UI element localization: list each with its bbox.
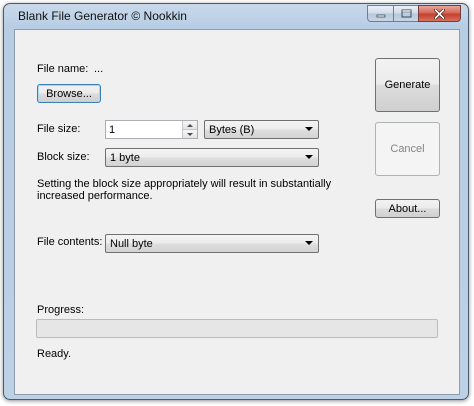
block-size-note: Setting the block size appropriately wil… [37,178,332,202]
close-icon [434,8,445,19]
caption-buttons [367,5,461,23]
file-name-label: File name: [37,63,89,75]
app-window: Blank File Generator © Nookkin File name… [3,3,469,400]
dropdown-arrow-icon [305,241,313,245]
file-size-value: 1 [109,123,116,136]
close-button[interactable] [418,5,461,22]
chevron-down-icon [187,132,193,136]
cancel-button[interactable]: Cancel [375,122,440,176]
file-contents-select[interactable]: Null byte [105,234,319,253]
file-name-value: ... [94,63,104,75]
minimize-icon [376,14,385,17]
minimize-button[interactable] [367,5,393,22]
file-size-input[interactable]: 1 [105,120,198,139]
status-text: Ready. [37,348,72,360]
file-size-label: File size: [37,123,81,135]
progress-bar [36,319,438,338]
maximize-icon [401,9,411,18]
file-contents-label: File contents: [37,236,103,248]
file-size-unit-select[interactable]: Bytes (B) [204,120,319,139]
file-size-spinner[interactable] [182,121,197,138]
generate-button[interactable]: Generate [375,58,440,112]
maximize-button[interactable] [393,5,418,22]
window-title: Blank File Generator © Nookkin [18,9,187,23]
spin-down-button[interactable] [183,130,197,138]
spin-up-button[interactable] [183,121,197,130]
progress-label: Progress: [37,304,85,316]
file-size-unit-value: Bytes (B) [209,123,255,136]
dropdown-arrow-icon [305,127,313,131]
file-contents-value: Null byte [110,237,153,250]
dropdown-arrow-icon [305,155,313,159]
about-button[interactable]: About... [375,199,440,218]
block-size-select[interactable]: 1 byte [105,148,319,167]
client-area: File name: ... Browse... File size: 1 By… [14,29,460,395]
browse-button[interactable]: Browse... [37,84,101,103]
block-size-value: 1 byte [110,151,140,164]
chevron-up-icon [187,123,193,127]
block-size-label: Block size: [37,151,90,163]
